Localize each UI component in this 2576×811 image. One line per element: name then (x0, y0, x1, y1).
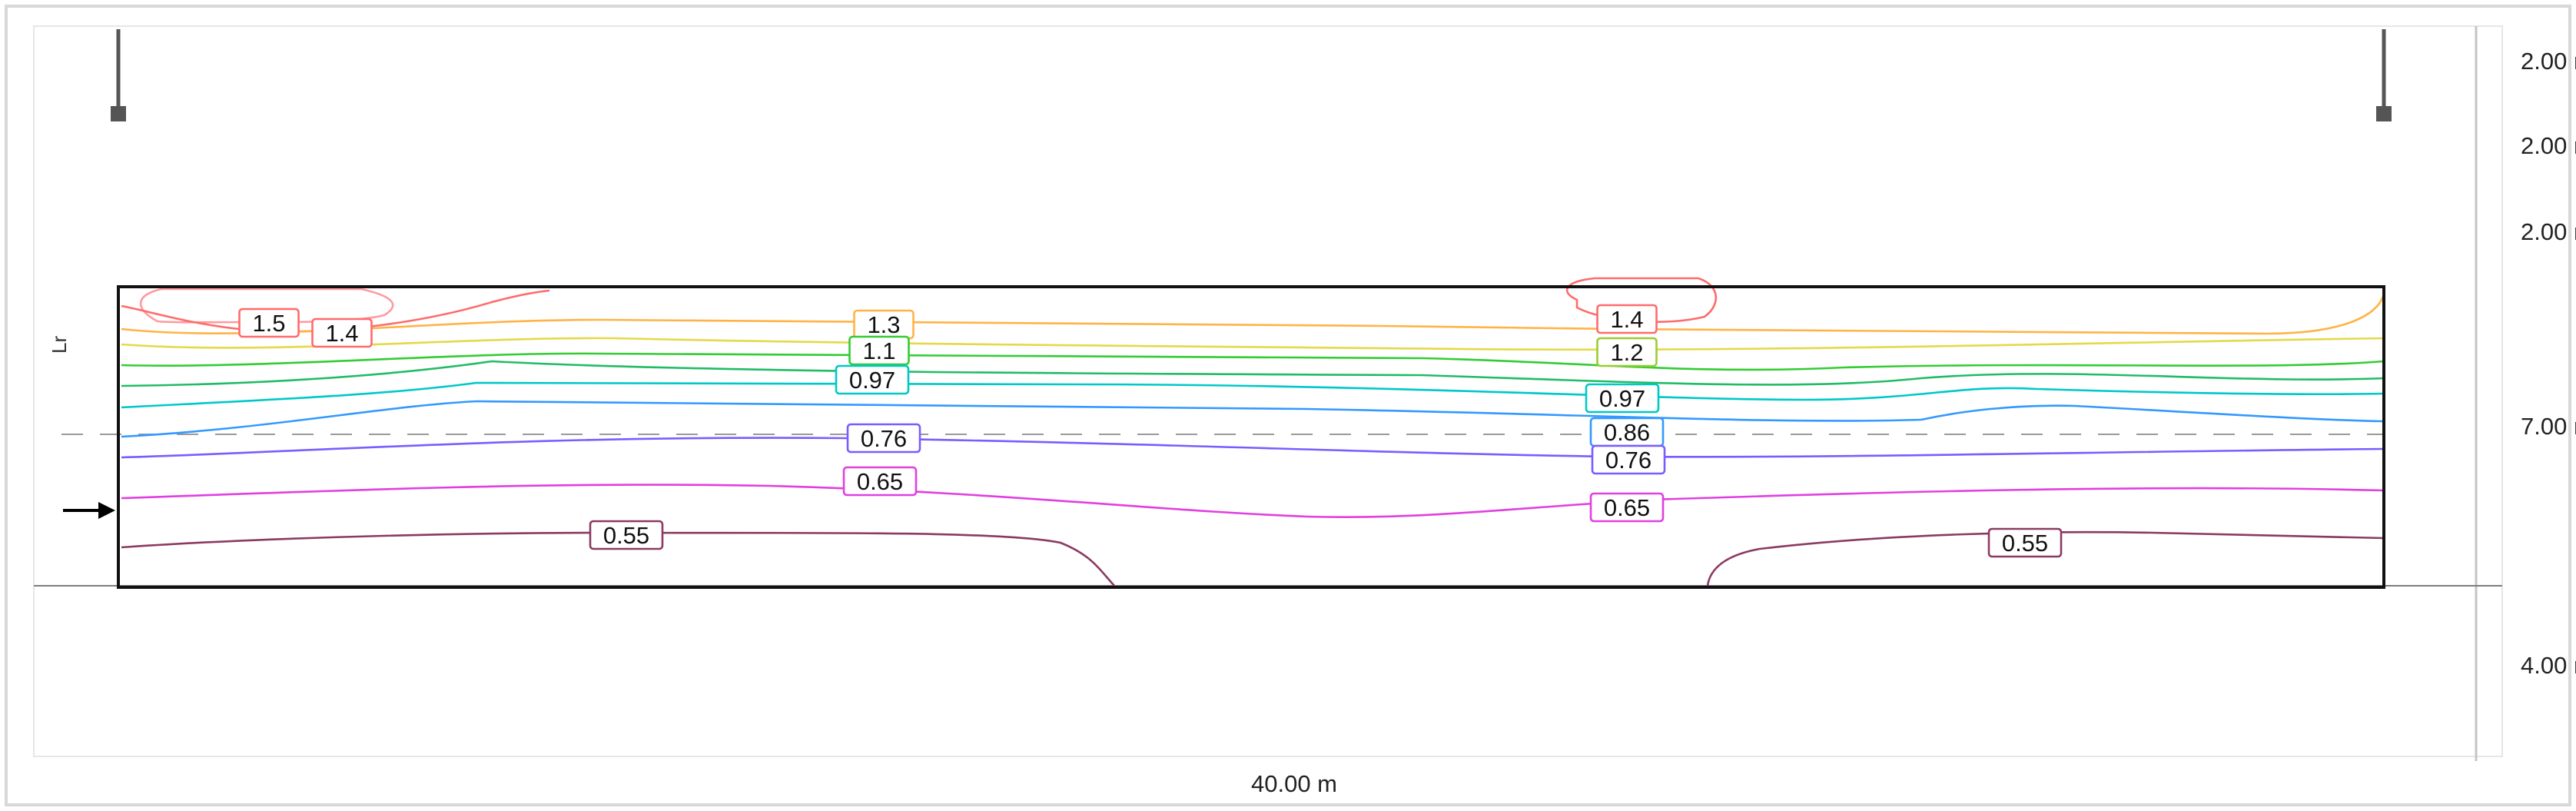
contour-label-text: 0.86 (1604, 419, 1650, 446)
contour-label-text: 1.3 (867, 311, 900, 338)
contour-label-text: 1.1 (862, 337, 895, 364)
contour-label-c-0-55-left: 0.55 (589, 520, 664, 550)
contour-label-text: 1.4 (325, 320, 358, 347)
dim-label: 7.00 m (2521, 413, 2576, 440)
contour-label-c-1-1-mid: 1.1 (848, 335, 910, 366)
contour-label-text: 0.76 (1605, 447, 1651, 474)
contour-label-text: 1.4 (1610, 306, 1643, 333)
dim-label: 2.00 m (2521, 218, 2576, 245)
contour-label-c-0-55-right: 0.55 (1987, 527, 2063, 558)
contour-label-text: 0.65 (1604, 494, 1650, 521)
contour-label-text: 0.97 (1599, 385, 1645, 412)
left-marker-label: Lr (48, 336, 71, 354)
contour-label-c-1-3-mid: 1.3 (853, 309, 915, 340)
contour-label-text: 1.5 (252, 310, 285, 337)
contour-label-text: 0.55 (2002, 530, 2048, 557)
contour-label-text: 0.97 (849, 367, 895, 394)
contour-label-c-0-65-mid: 0.65 (842, 466, 918, 497)
contour-label-text: 0.76 (861, 425, 907, 452)
contour-label-c-0-97-right: 0.97 (1585, 383, 1660, 414)
contour-label-c-1-4-right: 1.4 (1596, 304, 1658, 334)
contour-label-c-0-65-right: 0.65 (1589, 492, 1665, 523)
contour-label-c-1-2-right: 1.2 (1596, 337, 1658, 367)
right-dimensions: 2.00 m 2.00 m 2.00 m 7.00 m 4.00 m (2521, 48, 2576, 679)
contour-label-text: 1.2 (1610, 339, 1643, 366)
contour-label-c-1-4-left: 1.4 (311, 317, 373, 348)
diagram-stage: 1.5 1.4 1.3 1.1 0.97 0.76 0.65 0.55 1.4 1.2 0.97 0.… (0, 0, 2576, 811)
contour-label-c-1-5-left: 1.5 (238, 307, 300, 338)
contour-label-c-0-76-right: 0.76 (1591, 444, 1666, 475)
illuminance-contour-diagram: 1.5 1.4 1.31.1 0.97 0.76 0.65 0.55 1.4 1.2 0.97 0.… (5, 5, 2576, 806)
contour-label-c-0-97-mid: 0.97 (835, 364, 910, 395)
bottom-dimension-label: 40.00 m (1251, 770, 1337, 797)
dim-label: 2.00 m (2521, 132, 2576, 159)
dim-label: 4.00 m (2521, 652, 2576, 679)
contour-label-c-0-76-mid: 0.76 (846, 423, 921, 454)
contour-label-text: 0.55 (603, 522, 649, 549)
dim-label: 2.00 m (2521, 48, 2576, 75)
contour-label-c-0-86-right: 0.86 (1589, 417, 1665, 447)
contour-label-text: 0.65 (857, 468, 903, 495)
